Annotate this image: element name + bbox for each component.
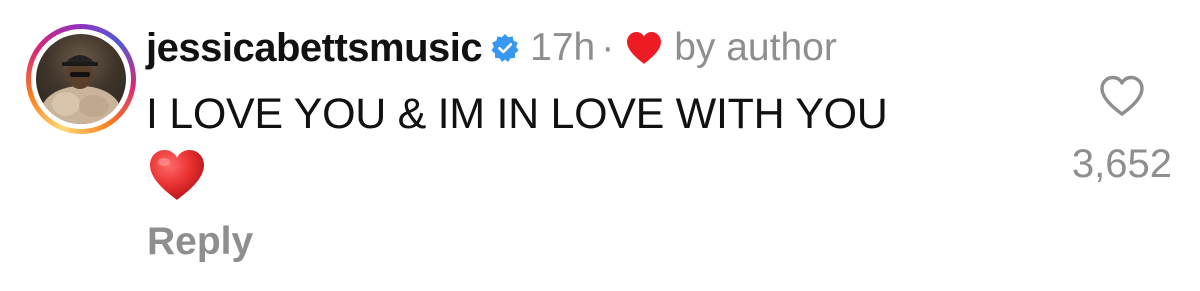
username-link[interactable]: jessicabettsmusic bbox=[146, 26, 483, 71]
verified-badge-icon bbox=[490, 33, 520, 63]
avatar-image bbox=[36, 34, 126, 124]
red-heart-emoji bbox=[148, 148, 206, 202]
heart-outline-icon[interactable] bbox=[1098, 74, 1146, 118]
reply-button[interactable]: Reply bbox=[147, 220, 253, 264]
comment-header: jessicabettsmusic 17h · by author bbox=[146, 22, 837, 74]
comment-text: I LOVE YOU & IM IN LOVE WITH YOU bbox=[146, 90, 888, 138]
liked-by-author-label: by author bbox=[674, 26, 837, 69]
like-count: 3,652 bbox=[1071, 142, 1172, 186]
comment-item: jessicabettsmusic 17h · by author I LOVE… bbox=[0, 0, 1200, 291]
separator-dot: · bbox=[601, 26, 615, 69]
timestamp: 17h bbox=[530, 26, 596, 69]
avatar[interactable] bbox=[26, 24, 136, 134]
heart-icon bbox=[624, 30, 664, 66]
